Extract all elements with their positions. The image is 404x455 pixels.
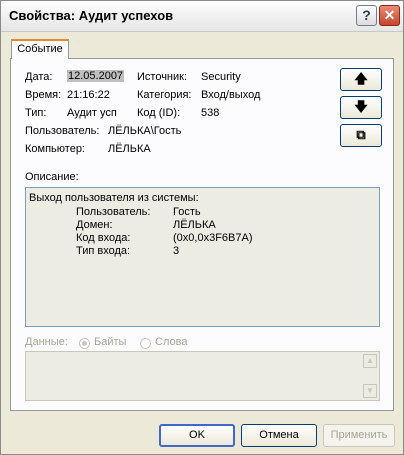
description-key: Код входа: xyxy=(76,232,131,244)
description-key: Тип входа: xyxy=(76,245,131,257)
words-radio[interactable] xyxy=(140,338,151,349)
arrow-up-icon: 🡅 xyxy=(354,71,368,86)
description-key: Домен: xyxy=(76,219,113,231)
bytes-option-label: Байты xyxy=(94,336,127,348)
user-value[interactable]: ЛЁЛЬКА\Гость xyxy=(108,125,181,137)
time-value[interactable]: 21:16:22 xyxy=(67,89,110,101)
source-value[interactable]: Security xyxy=(201,71,241,83)
event-id-label: Код (ID): xyxy=(137,107,181,119)
description-key: Пользователь: xyxy=(76,206,151,218)
help-button[interactable]: ? xyxy=(356,5,377,26)
data-textbox[interactable]: ▲ ▼ xyxy=(25,351,380,401)
description-textbox[interactable]: Выход пользователя из системы: Пользоват… xyxy=(25,187,380,327)
type-value[interactable]: Аудит усп xyxy=(67,107,117,119)
event-id-value[interactable]: 538 xyxy=(201,107,219,119)
description-value: 3 xyxy=(173,245,180,257)
data-label: Данные: xyxy=(25,336,68,348)
data-scrollbar[interactable]: ▲ ▼ xyxy=(362,353,378,399)
close-button[interactable]: ✕ xyxy=(379,5,400,26)
description-title: Выход пользователя из системы: xyxy=(29,192,199,204)
user-label: Пользователь: xyxy=(25,125,100,137)
scroll-up-icon[interactable]: ▲ xyxy=(363,354,377,368)
arrow-down-icon: 🡇 xyxy=(354,99,368,114)
category-label: Категория: xyxy=(137,89,192,101)
apply-button[interactable]: Применить xyxy=(323,424,395,447)
copy-button[interactable]: ⧉ xyxy=(340,124,382,147)
bytes-radio[interactable] xyxy=(79,338,90,349)
computer-label: Компьютер: xyxy=(25,143,85,155)
cancel-button[interactable]: Отмена xyxy=(241,424,317,447)
copy-icon: ⧉ xyxy=(356,127,366,142)
description-value: (0x0,0x3F6B7A) xyxy=(173,232,253,244)
description-value: Гость xyxy=(173,206,201,218)
date-label: Дата: xyxy=(25,71,53,83)
ok-button[interactable]: OK xyxy=(159,424,235,447)
event-properties-dialog: Свойства: Аудит успехов ? ✕ Событие Дата… xyxy=(0,0,404,455)
next-event-button[interactable]: 🡇 xyxy=(340,96,382,119)
tab-event[interactable]: Событие xyxy=(11,39,69,59)
computer-value[interactable]: ЛЁЛЬКА xyxy=(108,143,151,155)
title-bar: Свойства: Аудит успехов ? ✕ xyxy=(1,1,403,32)
words-option-label: Слова xyxy=(155,336,188,348)
source-label: Источник: xyxy=(137,71,188,83)
time-label: Время: xyxy=(25,89,62,101)
description-value: ЛЁЛЬКА xyxy=(173,219,216,231)
window-title: Свойства: Аудит успехов xyxy=(9,8,174,23)
category-value[interactable]: Вход/выход xyxy=(201,89,260,101)
date-value[interactable]: 12.05.2007 xyxy=(67,70,125,82)
previous-event-button[interactable]: 🡅 xyxy=(340,68,382,91)
description-label: Описание: xyxy=(25,171,79,183)
type-label: Тип: xyxy=(25,107,47,119)
scroll-down-icon[interactable]: ▼ xyxy=(363,384,377,398)
